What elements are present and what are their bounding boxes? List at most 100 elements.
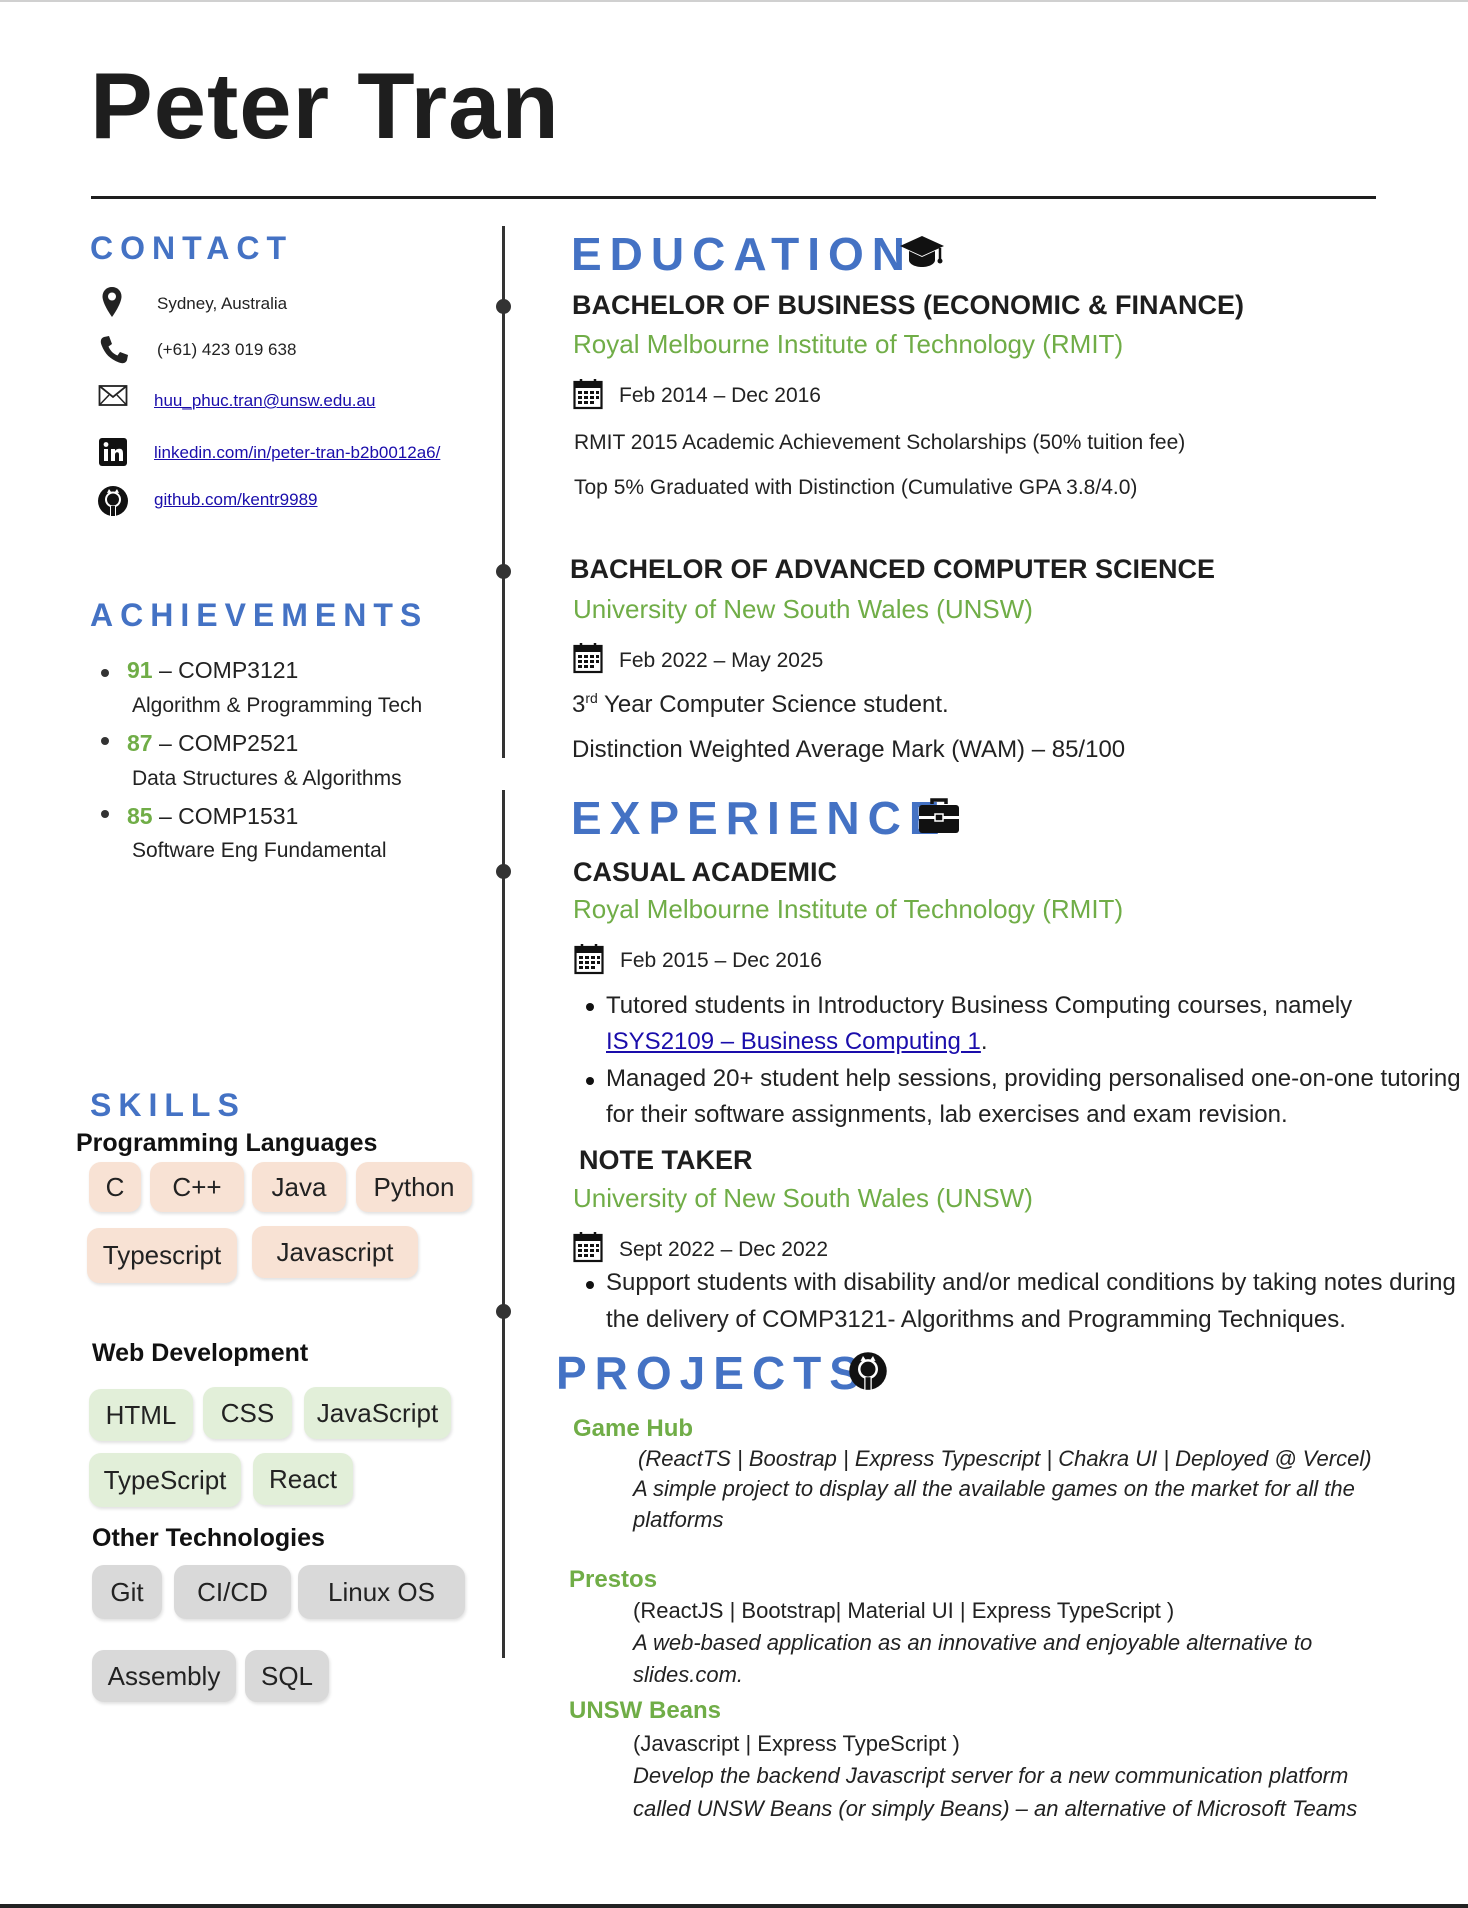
project-title: Prestos [569,1566,658,1593]
achievement-item: 87 – COMP2521 [127,730,298,757]
achievement-desc: Algorithm & Programming Tech [132,694,423,717]
bullet [586,1077,594,1085]
achievement-course: COMP1531 [178,803,299,829]
education-detail: Top 5% Graduated with Distinction (Cumul… [574,476,1138,499]
institution-name: University of New South Wales (UNSW) [573,594,1033,624]
contact-location: Sydney, Australia [157,294,288,313]
experience-heading: EXPERIENCE [571,792,948,844]
calendar-icon [574,943,604,975]
skills-heading: SKILLS [90,1087,246,1123]
bottom-border [0,1904,1468,1908]
education-heading: EDUCATION [571,228,914,280]
achievement-desc: Software Eng Fundamental [132,839,387,862]
bullet [101,737,109,745]
github-link[interactable]: github.com/kentr9989 [154,490,318,510]
institution-name: Royal Melbourne Institute of Technology … [573,894,1124,924]
timeline-dot [496,1304,511,1319]
linkedin-link[interactable]: linkedin.com/in/peter-tran-b2b0012a6/ [154,443,440,463]
year-text: Year Computer Science student. [597,691,949,718]
briefcase-icon [917,797,961,835]
top-border [0,0,1468,2]
skill-chip: HTML [89,1389,193,1441]
date-range: Feb 2014 – Dec 2016 [619,384,821,407]
achievement-course: COMP2521 [178,730,299,756]
education-detail: RMIT 2015 Academic Achievement Scholarsh… [574,431,1186,454]
skill-chip: React [253,1453,353,1505]
skill-chip: Python [356,1162,472,1212]
skill-chip: C [89,1162,141,1212]
achievement-separator: – [152,730,179,756]
bullet [586,1003,594,1011]
bullet-end: . [980,1028,988,1055]
experience-bullet: Tutored students in Introductory Busines… [606,992,1353,1019]
bullet [101,810,109,818]
skill-category-web: Web Development [92,1339,309,1367]
github-icon [848,1351,888,1391]
skill-chip: C++ [150,1162,244,1212]
year-number: 3 [572,691,586,718]
calendar-icon [573,378,603,410]
project-desc: called UNSW Beans (or simply Beans) – an… [633,1796,1358,1821]
bullet [586,1281,594,1289]
achievement-item: 91 – COMP3121 [127,657,298,684]
phone-icon [98,334,130,366]
education-detail: Distinction Weighted Average Mark (WAM) … [572,736,1126,763]
bullet [101,669,109,677]
year-suffix: rd [585,690,598,706]
achievement-item: 85 – COMP1531 [127,803,298,830]
location-pin-icon [98,286,130,318]
institution-name: Royal Melbourne Institute of Technology … [573,329,1124,359]
skill-chip: Java [252,1162,346,1212]
skill-chip: CSS [203,1387,292,1439]
skill-chip: TypeScript [89,1453,241,1507]
achievements-heading: ACHIEVEMENTS [90,597,429,633]
date-range: Sept 2022 – Dec 2022 [619,1238,828,1261]
project-desc: slides.com. [633,1662,744,1687]
contact-heading: CONTACT [90,230,294,266]
skill-chip: Assembly [92,1650,236,1702]
timeline-dot [496,299,511,314]
experience-bullet-cont: ISYS2109 – Business Computing 1. [606,1028,988,1056]
envelope-icon [98,384,130,416]
date-range: Feb 2015 – Dec 2016 [620,949,822,972]
skill-category-other: Other Technologies [92,1524,325,1552]
project-title: Game Hub [573,1415,694,1442]
email-link[interactable]: huu_phuc.tran@unsw.edu.au [154,391,375,411]
project-desc: platforms [633,1507,724,1532]
skill-chip: JavaScript [304,1387,451,1439]
project-desc: A simple project to display all the avai… [633,1476,1355,1501]
graduation-cap-icon [898,233,946,271]
github-icon [97,485,129,517]
project-title: UNSW Beans [569,1697,722,1724]
timeline-dot [496,564,511,579]
experience-bullet: Support students with disability and/or … [606,1269,1456,1296]
timeline-line-lower [502,790,505,1658]
calendar-icon [573,1231,603,1263]
skill-chip: Typescript [87,1228,237,1283]
project-tech: (ReactJS | Bootstrap| Material UI | Expr… [633,1598,1175,1623]
job-title: CASUAL ACADEMIC [573,857,838,887]
course-link[interactable]: ISYS2109 – Business Computing 1 [606,1028,981,1055]
timeline-dot [496,864,511,879]
experience-bullet-cont: for their software assignments, lab exer… [606,1101,1288,1128]
degree-title: BACHELOR OF BUSINESS (ECONOMIC & FINANCE… [572,290,1245,320]
achievement-separator: – [152,803,179,829]
achievement-course: COMP3121 [178,657,299,683]
skill-chip: SQL [245,1650,329,1702]
achievement-score: 87 [127,730,153,756]
linkedin-icon [98,437,130,469]
header-divider [91,196,1376,199]
contact-phone: (+61) 423 019 638 [157,340,297,359]
experience-bullet-cont: the delivery of COMP3121- Algorithms and… [606,1306,1346,1333]
skill-category-programming: Programming Languages [76,1129,378,1157]
achievement-desc: Data Structures & Algorithms [132,767,402,790]
date-range: Feb 2022 – May 2025 [619,649,824,672]
skill-chip: Git [92,1565,162,1619]
project-desc: Develop the backend Javascript server fo… [633,1763,1349,1788]
calendar-icon [573,642,603,674]
education-detail: 3rd Year Computer Science student. [572,690,949,719]
job-title: NOTE TAKER [579,1145,753,1175]
degree-title: BACHELOR OF ADVANCED COMPUTER SCIENCE [570,554,1216,584]
project-tech: (ReactTS | Boostrap | Express Typescript… [638,1446,1372,1471]
experience-bullet: Managed 20+ student help sessions, provi… [606,1065,1461,1092]
